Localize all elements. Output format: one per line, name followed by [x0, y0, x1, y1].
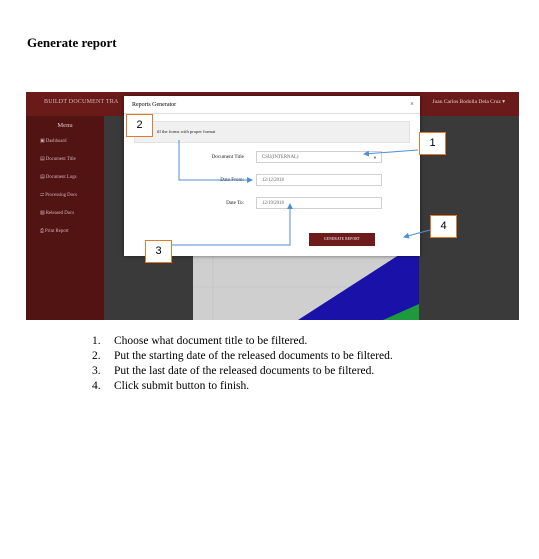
list-number: 4.: [92, 380, 101, 392]
callout-1: 1: [419, 132, 446, 155]
list-text: Choose what document title to be filtere…: [114, 335, 308, 347]
list-text: Put the starting date of the released do…: [114, 350, 393, 362]
callout-2: 2: [126, 114, 153, 137]
list-item: 3. Put the last date of the released docu…: [92, 364, 393, 379]
callout-4: 4: [430, 215, 457, 238]
callout-3: 3: [145, 240, 172, 263]
list-item: 2. Put the starting date of the released …: [92, 349, 393, 364]
document-heading: Generate report: [27, 35, 117, 50]
list-number: 1.: [92, 335, 101, 347]
list-text: Click submit button to finish.: [114, 380, 250, 392]
list-item: 1. Choose what document title to be filte…: [92, 334, 393, 349]
list-number: 2.: [92, 350, 101, 362]
list-item: 4. Click submit button to finish.: [92, 379, 393, 394]
list-number: 3.: [92, 365, 101, 377]
instruction-list: 1. Choose what document title to be filte…: [92, 334, 393, 394]
list-text: Put the last date of the released docume…: [114, 365, 375, 377]
callout-arrows: [171, 140, 431, 246]
